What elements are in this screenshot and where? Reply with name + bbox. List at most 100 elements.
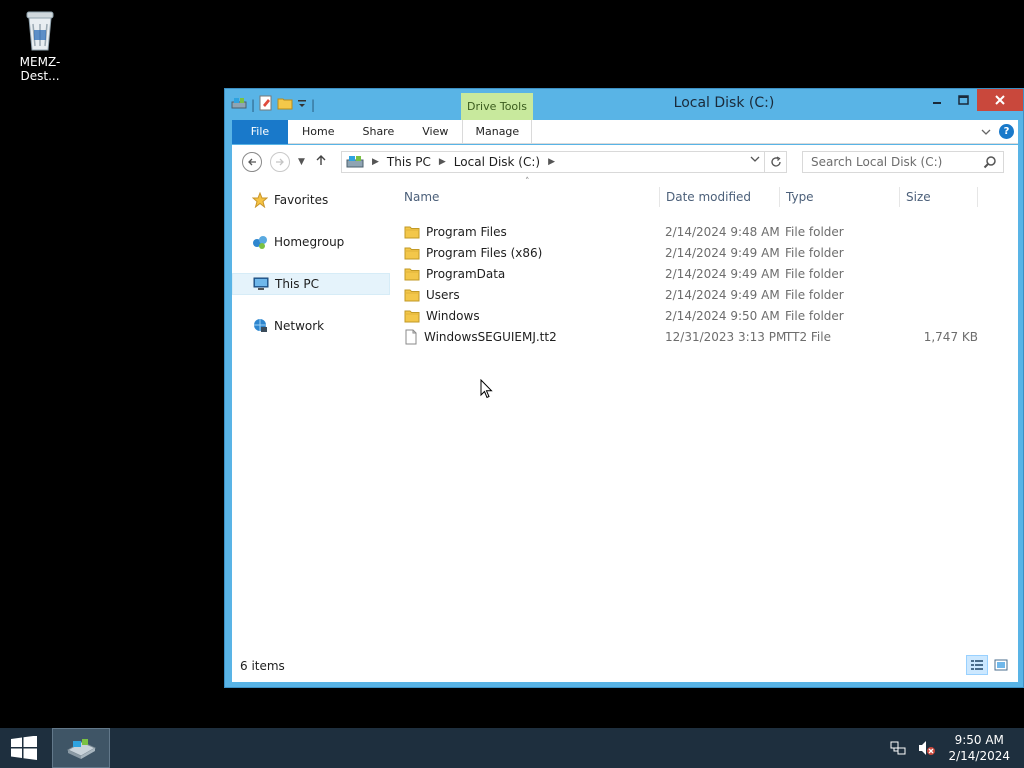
network-icon (254, 319, 267, 332)
file-type: File folder (785, 245, 844, 260)
file-name: ProgramData (426, 266, 506, 281)
folder-icon (404, 288, 420, 302)
nav-homegroup-label: Homegroup (274, 235, 345, 249)
column-name[interactable]: Name (398, 187, 660, 207)
file-name: WindowsSEGUIEMJ.tt2 (424, 329, 557, 344)
homegroup-icon (253, 236, 267, 249)
navigation-pane: Favorites Homegroup This PC Network (232, 179, 390, 649)
explorer-window: | | Drive Tools Local Disk (C:) File Hom… (224, 88, 1024, 688)
nav-favorites-label: Favorites (274, 193, 329, 207)
file-name-cell: Users (404, 288, 460, 302)
explorer-body: ▼ ▶ This PC ▶ Local Disk (C:) ▶ Search L… (232, 145, 1018, 682)
breadcrumb-this-pc[interactable]: This PC (387, 155, 431, 169)
file-row[interactable]: Program Files 2/14/2024 9:48 AM File folde… (398, 221, 998, 242)
file-row[interactable]: ProgramData 2/14/2024 9:49 AM File folder (398, 263, 998, 284)
this-pc-address-icon (346, 156, 364, 168)
file-row[interactable]: Windows 2/14/2024 9:50 AM File folder (398, 305, 998, 326)
start-button[interactable] (10, 735, 38, 763)
file-date: 2/14/2024 9:49 AM (665, 287, 780, 302)
volume-muted-icon[interactable] (918, 740, 936, 756)
file-date: 2/14/2024 9:49 AM (665, 245, 780, 260)
column-type[interactable]: Type (780, 187, 900, 207)
file-date: 2/14/2024 9:49 AM (665, 266, 780, 281)
folder-icon (404, 267, 420, 281)
sort-ascending-icon: ˄ (525, 177, 530, 187)
up-arrow-icon (316, 155, 326, 165)
back-arrow-icon (248, 158, 256, 166)
file-type: File folder (785, 266, 844, 281)
up-button[interactable] (315, 154, 327, 170)
nav-this-pc-label: This PC (275, 277, 319, 291)
taskbar-file-explorer-button[interactable] (52, 728, 110, 768)
computer-icon (253, 277, 269, 290)
nav-favorites[interactable]: Favorites (232, 189, 390, 211)
file-name: Users (426, 287, 460, 302)
file-type: File folder (785, 224, 844, 239)
address-bar[interactable]: ▶ This PC ▶ Local Disk (C:) ▶ (341, 151, 765, 173)
file-name: Program Files (x86) (426, 245, 543, 260)
file-type: TT2 File (785, 329, 831, 344)
mouse-cursor-icon (480, 379, 493, 399)
file-row[interactable]: WindowsSEGUIEMJ.tt2 12/31/2023 3:13 PM TT2… (398, 326, 998, 347)
column-date-modified[interactable]: Date modified (660, 187, 780, 207)
details-view-icon (971, 660, 983, 670)
nav-homegroup[interactable]: Homegroup (232, 231, 390, 253)
search-placeholder: Search Local Disk (C:) (811, 155, 943, 169)
file-name-cell: Program Files (x86) (404, 246, 542, 260)
taskbar-clock[interactable]: 9:50 AM 2/14/2024 (948, 732, 1010, 764)
folder-icon (404, 246, 420, 260)
breadcrumb-separator-icon[interactable]: ▶ (548, 157, 555, 167)
file-name-cell: WindowsSEGUIEMJ.tt2 (404, 329, 557, 345)
star-icon (252, 192, 268, 208)
tab-file[interactable]: File (232, 119, 288, 144)
search-input[interactable]: Search Local Disk (C:) (802, 151, 1004, 173)
details-view-button[interactable] (966, 655, 988, 675)
large-icons-view-button[interactable] (990, 655, 1012, 675)
breadcrumb-local-disk[interactable]: Local Disk (C:) (454, 155, 540, 169)
expand-ribbon-icon[interactable] (981, 128, 991, 136)
forward-button[interactable] (270, 152, 290, 172)
breadcrumb-separator-icon[interactable]: ▶ (439, 157, 446, 167)
column-headers: ˄ Name Date modified Type Size (398, 177, 998, 213)
caption-buttons (923, 89, 1023, 111)
system-tray: 9:50 AM 2/14/2024 (890, 732, 1010, 764)
nav-network-label: Network (274, 319, 325, 333)
item-count: 6 items (240, 658, 285, 673)
help-button[interactable]: ? (999, 124, 1014, 139)
tab-home[interactable]: Home (288, 120, 348, 144)
tab-view[interactable]: View (408, 120, 462, 144)
close-button[interactable] (977, 89, 1023, 111)
file-date: 2/14/2024 9:48 AM (665, 224, 780, 239)
column-size[interactable]: Size (900, 187, 978, 207)
clock-time: 9:50 AM (954, 733, 1004, 747)
file-row[interactable]: Users 2/14/2024 9:49 AM File folder (398, 284, 998, 305)
breadcrumb-separator-icon[interactable]: ▶ (372, 157, 379, 167)
tab-share[interactable]: Share (348, 120, 408, 144)
minimize-icon (932, 102, 941, 104)
file-explorer-icon (66, 739, 97, 759)
window-title: Local Disk (C:) (673, 95, 775, 111)
recent-locations-dropdown[interactable]: ▼ (298, 157, 305, 167)
maximize-button[interactable] (950, 89, 977, 111)
file-icon (404, 329, 418, 345)
recycle-bin-label: MEMZ-Dest... (19, 55, 61, 83)
nav-network[interactable]: Network (232, 315, 390, 337)
back-button[interactable] (242, 152, 262, 172)
tab-manage[interactable]: Manage (462, 119, 533, 144)
file-name-cell: ProgramData (404, 267, 505, 281)
close-icon (995, 95, 1005, 105)
file-date: 12/31/2023 3:13 PM (665, 329, 787, 344)
address-dropdown-icon[interactable] (750, 155, 760, 166)
ribbon-tabs: File Home Share View Manage ? (232, 119, 1018, 144)
large-icons-view-icon (994, 659, 1008, 671)
minimize-button[interactable] (923, 89, 950, 111)
recycle-bin-icon (26, 11, 54, 51)
recycle-bin-desktop-icon[interactable]: MEMZ-Dest... (2, 6, 78, 83)
nav-this-pc[interactable]: This PC (232, 273, 390, 295)
file-name: Program Files (426, 224, 507, 239)
network-tray-icon[interactable] (890, 740, 906, 756)
file-name-cell: Program Files (404, 225, 507, 239)
title-bar[interactable]: | | Drive Tools Local Disk (C:) (225, 89, 1023, 121)
refresh-button[interactable] (765, 151, 787, 173)
file-row[interactable]: Program Files (x86) 2/14/2024 9:49 AM File… (398, 242, 998, 263)
